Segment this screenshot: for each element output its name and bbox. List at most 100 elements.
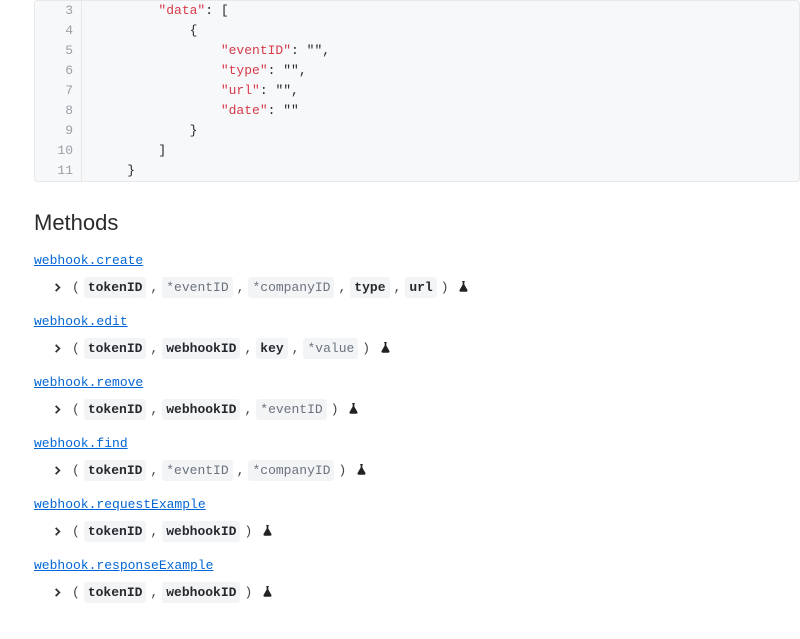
line-number: 6: [35, 61, 82, 81]
method-param: tokenID: [84, 338, 147, 360]
method-param: webhookID: [162, 399, 240, 421]
comma: ,: [150, 400, 158, 420]
line-number: 10: [35, 141, 82, 161]
chevron-right-icon[interactable]: [50, 341, 64, 355]
code-line: 9 }: [35, 121, 799, 141]
comma: ,: [244, 400, 252, 420]
method-param: *companyID: [248, 277, 334, 299]
comma: ,: [150, 278, 158, 298]
method-param: key: [256, 338, 287, 360]
method-param: type: [350, 277, 389, 299]
line-number: 9: [35, 121, 82, 141]
chevron-right-icon[interactable]: [50, 524, 64, 538]
code-content: "url": "",: [82, 81, 299, 101]
comma: ,: [237, 461, 245, 481]
code-content: {: [82, 21, 197, 41]
code-content: ]: [82, 141, 166, 161]
code-block: 3 "data": [4 {5 "eventID": "",6 "type": …: [34, 0, 800, 182]
method-param: tokenID: [84, 277, 147, 299]
chevron-right-icon[interactable]: [50, 463, 64, 477]
method: webhook.find(tokenID,*eventID,*companyID…: [34, 432, 800, 481]
method-param: tokenID: [84, 521, 147, 543]
open-paren: (: [72, 461, 80, 481]
comma: ,: [150, 522, 158, 542]
code-content: }: [82, 121, 197, 141]
method-link[interactable]: webhook.responseExample: [34, 558, 213, 573]
line-number: 8: [35, 101, 82, 121]
code-content: "data": [: [82, 1, 229, 21]
line-number: 7: [35, 81, 82, 101]
chevron-right-icon[interactable]: [50, 280, 64, 294]
chevron-right-icon[interactable]: [50, 585, 64, 599]
code-line: 11 }: [35, 161, 799, 181]
code-content: "type": "",: [82, 61, 307, 81]
method: webhook.create(tokenID,*eventID,*company…: [34, 249, 800, 298]
code-line: 6 "type": "",: [35, 61, 799, 81]
method-signature: (tokenID,webhookID): [50, 521, 800, 543]
line-number: 5: [35, 41, 82, 61]
method-param: webhookID: [162, 582, 240, 604]
close-paren: ): [441, 278, 449, 298]
comma: ,: [237, 278, 245, 298]
methods-heading: Methods: [34, 206, 800, 239]
comma: ,: [292, 339, 300, 359]
close-paren: ): [362, 339, 370, 359]
method-param: *value: [303, 338, 358, 360]
method-signature: (tokenID,webhookID,key,*value): [50, 338, 800, 360]
method-link[interactable]: webhook.remove: [34, 375, 143, 390]
method: webhook.edit(tokenID,webhookID,key,*valu…: [34, 310, 800, 359]
method-param: *eventID: [256, 399, 326, 421]
method-signature: (tokenID,webhookID,*eventID): [50, 399, 800, 421]
code-line: 7 "url": "",: [35, 81, 799, 101]
flask-icon[interactable]: [354, 463, 368, 477]
method-param: tokenID: [84, 399, 147, 421]
code-line: 8 "date": "": [35, 101, 799, 121]
method-link[interactable]: webhook.find: [34, 436, 128, 451]
chevron-right-icon[interactable]: [50, 402, 64, 416]
code-line: 4 {: [35, 21, 799, 41]
method-param: url: [405, 277, 436, 299]
method-param: *eventID: [162, 277, 232, 299]
method-link[interactable]: webhook.create: [34, 253, 143, 268]
comma: ,: [150, 461, 158, 481]
method-param: tokenID: [84, 582, 147, 604]
method-signature: (tokenID,*eventID,*companyID,type,url): [50, 277, 800, 299]
open-paren: (: [72, 278, 80, 298]
code-line: 5 "eventID": "",: [35, 41, 799, 61]
code-line: 3 "data": [: [35, 1, 799, 21]
method-param: *eventID: [162, 460, 232, 482]
close-paren: ): [331, 400, 339, 420]
method-param: tokenID: [84, 460, 147, 482]
method: webhook.requestExample (tokenID,webhookID…: [34, 493, 800, 542]
method-signature: (tokenID,webhookID): [50, 582, 800, 604]
comma: ,: [338, 278, 346, 298]
code-content: "date": "": [82, 101, 299, 121]
close-paren: ): [244, 522, 252, 542]
flask-icon[interactable]: [260, 524, 274, 538]
method-signature: (tokenID,*eventID,*companyID): [50, 460, 800, 482]
method-param: webhookID: [162, 521, 240, 543]
method-link[interactable]: webhook.requestExample: [34, 497, 206, 512]
flask-icon[interactable]: [457, 280, 471, 294]
flask-icon[interactable]: [378, 341, 392, 355]
line-number: 11: [35, 161, 82, 181]
code-content: }: [82, 161, 135, 181]
flask-icon[interactable]: [347, 402, 361, 416]
open-paren: (: [72, 339, 80, 359]
open-paren: (: [72, 400, 80, 420]
close-paren: ): [338, 461, 346, 481]
comma: ,: [244, 339, 252, 359]
flask-icon[interactable]: [260, 585, 274, 599]
close-paren: ): [244, 583, 252, 603]
comma: ,: [150, 583, 158, 603]
line-number: 3: [35, 1, 82, 21]
method-param: webhookID: [162, 338, 240, 360]
method: webhook.responseExample (tokenID,webhookI…: [34, 554, 800, 603]
comma: ,: [150, 339, 158, 359]
comma: ,: [394, 278, 402, 298]
method: webhook.remove(tokenID,webhookID,*eventI…: [34, 371, 800, 420]
method-param: *companyID: [248, 460, 334, 482]
line-number: 4: [35, 21, 82, 41]
method-link[interactable]: webhook.edit: [34, 314, 128, 329]
open-paren: (: [72, 522, 80, 542]
